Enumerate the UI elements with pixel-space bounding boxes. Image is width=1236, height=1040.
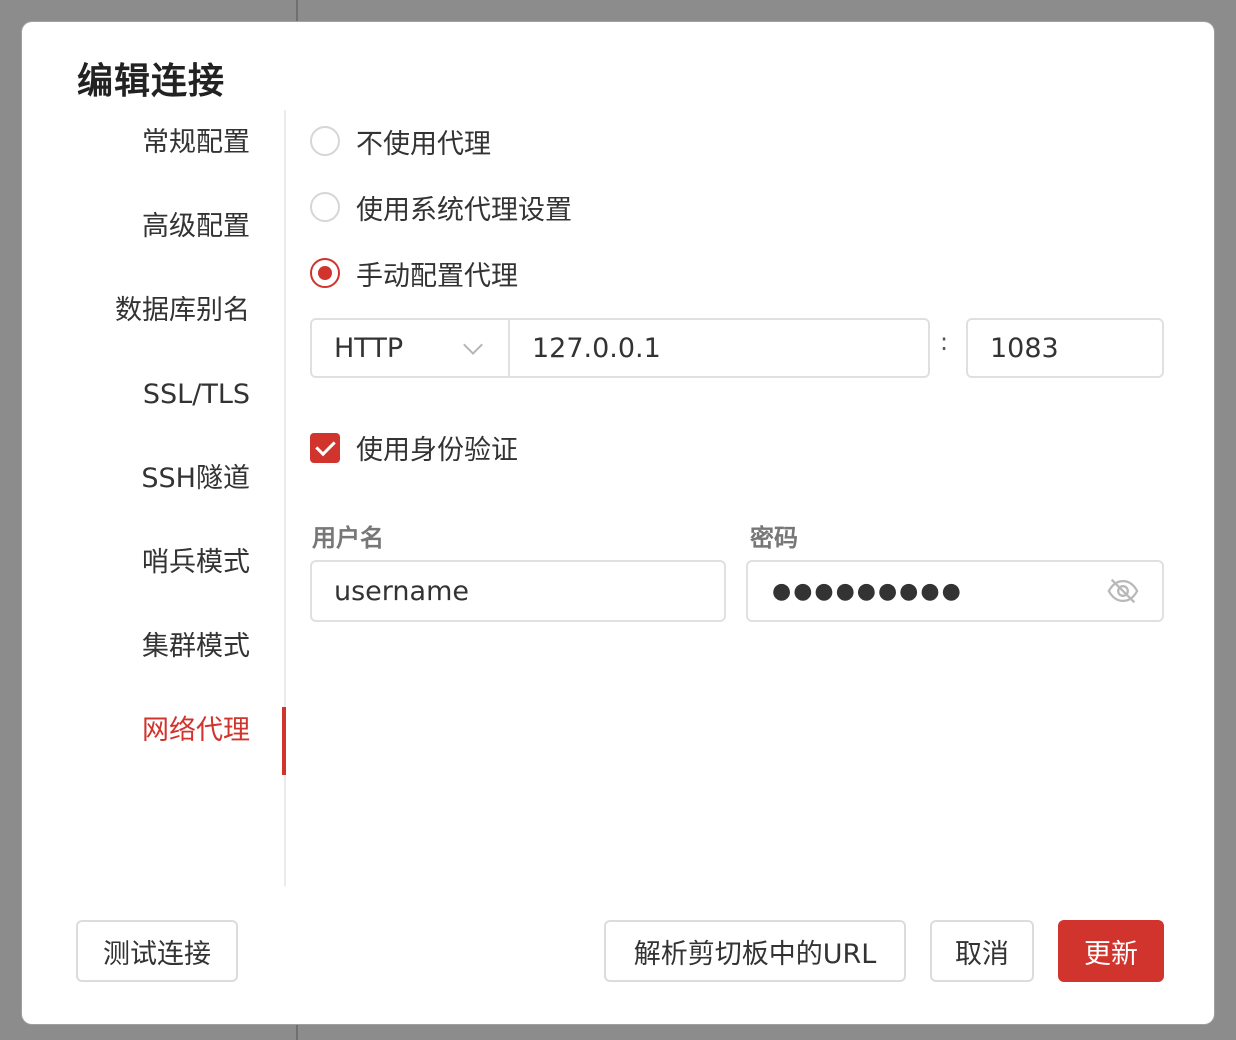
sidebar-item-ssh-tunnel[interactable]: SSH隧道 xyxy=(141,446,250,512)
parse-clipboard-url-button[interactable]: 解析剪切板中的URL xyxy=(604,920,906,982)
sidebar-item-network-proxy[interactable]: 网络代理 xyxy=(142,698,250,764)
auth-checkbox[interactable] xyxy=(310,432,340,463)
cancel-button[interactable]: 取消 xyxy=(930,920,1034,982)
password-label: 密码 xyxy=(750,524,798,552)
update-button[interactable]: 更新 xyxy=(1058,920,1164,982)
radio-button[interactable] xyxy=(310,192,340,222)
edit-connection-dialog: 编辑连接 常规配置 高级配置 数据库别名 SSL/TLS SSH隧道 哨兵模式 … xyxy=(22,22,1214,1024)
radio-button[interactable] xyxy=(310,126,340,156)
auth-checkbox-row[interactable]: 使用身份验证 xyxy=(310,428,518,467)
username-field xyxy=(310,560,726,622)
radio-button-checked[interactable] xyxy=(310,258,340,288)
protocol-select[interactable]: HTTP xyxy=(312,320,510,376)
username-label: 用户名 xyxy=(312,524,384,552)
proxy-host-input[interactable] xyxy=(510,320,928,376)
radio-label: 使用系统代理设置 xyxy=(356,194,572,226)
radio-label: 手动配置代理 xyxy=(356,260,518,292)
eye-off-icon[interactable] xyxy=(1106,574,1140,608)
username-input[interactable] xyxy=(312,562,724,620)
test-connection-button[interactable]: 测试连接 xyxy=(76,920,238,982)
host-port-separator: : xyxy=(940,328,949,356)
settings-sidebar: 常规配置 高级配置 数据库别名 SSL/TLS SSH隧道 哨兵模式 集群模式 … xyxy=(22,110,286,886)
sidebar-item-sentinel[interactable]: 哨兵模式 xyxy=(142,530,250,596)
sidebar-item-advanced[interactable]: 高级配置 xyxy=(142,194,250,260)
sidebar-item-ssl-tls[interactable]: SSL/TLS xyxy=(143,362,250,428)
sidebar-item-cluster[interactable]: 集群模式 xyxy=(142,614,250,680)
sidebar-item-general[interactable]: 常规配置 xyxy=(142,110,250,176)
protocol-value: HTTP xyxy=(334,332,404,364)
dialog-title: 编辑连接 xyxy=(77,61,226,102)
sidebar-active-indicator xyxy=(282,707,286,775)
password-field[interactable]: ●●●●●●●●● xyxy=(746,560,1164,622)
proxy-port-field xyxy=(966,318,1164,378)
auth-checkbox-label: 使用身份验证 xyxy=(356,435,518,466)
radio-no-proxy[interactable]: 不使用代理 xyxy=(310,119,491,163)
chevron-down-icon xyxy=(463,335,483,355)
password-input[interactable]: ●●●●●●●●● xyxy=(748,579,1106,604)
radio-system-proxy[interactable]: 使用系统代理设置 xyxy=(310,185,572,229)
proxy-port-input[interactable] xyxy=(968,320,1162,376)
sidebar-item-db-alias[interactable]: 数据库别名 xyxy=(115,278,250,344)
radio-manual-proxy[interactable]: 手动配置代理 xyxy=(310,251,518,295)
proxy-address-group: HTTP xyxy=(310,318,930,378)
radio-label: 不使用代理 xyxy=(356,128,491,160)
